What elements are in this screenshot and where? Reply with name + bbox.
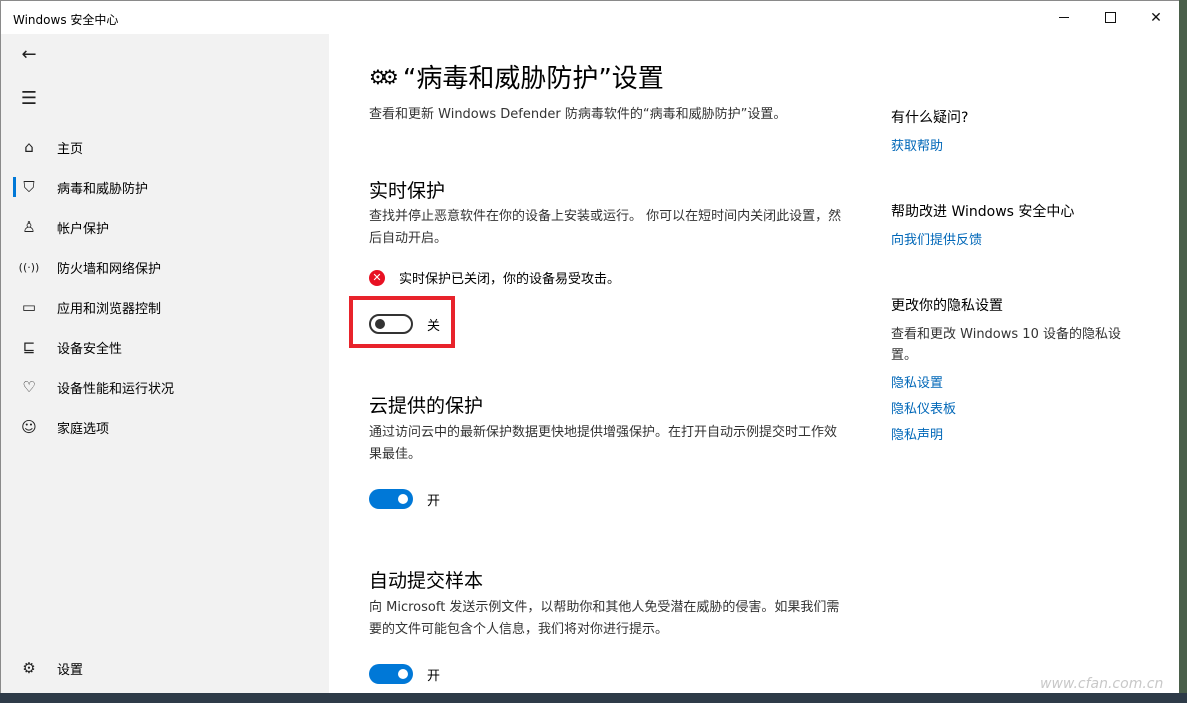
realtime-desc: 查找并停止恶意软件在你的设备上安装或运行。 你可以在短时间内关闭此设置，然后自动… (369, 209, 842, 246)
sidebar: ← ☰ ⌂ 主页 ⛉ 病毒和威胁防护 ♙ 帐户保护 ((·)) 防火墙和网络保护… (1, 34, 329, 694)
sidebar-item-label: 主页 (57, 141, 84, 157)
sidebar-item-label: 病毒和威胁防护 (57, 181, 149, 197)
sidebar-item-account[interactable]: ♙ 帐户保护 (1, 207, 329, 247)
sidebar-item-label: 防火墙和网络保护 (57, 261, 162, 277)
privacy-heading: 更改你的隐私设置 (891, 298, 1003, 314)
sidebar-item-firewall[interactable]: ((·)) 防火墙和网络保护 (1, 247, 329, 287)
shield-icon: ⛉ (23, 178, 35, 196)
page-title: “病毒和威胁防护”设置 (402, 64, 664, 94)
sidebar-item-label: 帐户保护 (57, 221, 110, 237)
page-subtitle: 查看和更新 Windows Defender 防病毒软件的“病毒和威胁防护”设置… (369, 107, 787, 122)
page-title-row: ⚙⚙ “病毒和威胁防护”设置 (369, 58, 664, 95)
cloud-toggle-row: 开 (369, 489, 440, 509)
feedback-section: 帮助改进 Windows 安全中心 向我们提供反馈 (891, 201, 1151, 248)
toggle-knob (398, 494, 408, 504)
minimize-icon (1059, 17, 1069, 18)
realtime-toggle[interactable] (369, 314, 413, 334)
cloud-heading: 云提供的保护 (369, 395, 484, 417)
window-title: Windows 安全中心 (13, 13, 119, 27)
sidebar-item-device-health[interactable]: ♡ 设备性能和运行状况 (1, 367, 329, 407)
settings-label: 设置 (57, 662, 84, 678)
sample-desc: 向 Microsoft 发送示例文件，以帮助你和其他人免受潜在威胁的侵害。如果我… (369, 600, 840, 637)
heart-pulse-icon: ♡ (22, 378, 36, 396)
close-button[interactable]: ✕ (1133, 1, 1179, 34)
toggle-knob (398, 669, 408, 679)
privacy-statement-link[interactable]: 隐私声明 (891, 424, 1151, 443)
sidebar-item-home[interactable]: ⌂ 主页 (1, 127, 329, 167)
toggle-knob (375, 319, 385, 329)
desktop-background-edge (1179, 0, 1187, 703)
wifi-signal-icon: ((·)) (18, 260, 40, 274)
gear-icon: ⚙ (22, 659, 36, 677)
realtime-toggle-row: 关 (369, 314, 440, 334)
realtime-warning: ✕ 实时保护已关闭，你的设备易受攻击。 (369, 268, 620, 287)
menu-button[interactable]: ☰ (15, 84, 43, 112)
improve-heading: 帮助改进 Windows 安全中心 (891, 204, 1075, 220)
cloud-toggle[interactable] (369, 489, 413, 509)
sidebar-item-family[interactable]: ☺ 家庭选项 (1, 407, 329, 447)
get-help-link[interactable]: 获取帮助 (891, 135, 1151, 154)
laptop-icon: ⊑ (22, 338, 36, 356)
privacy-dashboard-link[interactable]: 隐私仪表板 (891, 398, 1151, 417)
sidebar-item-settings[interactable]: ⚙ 设置 (1, 648, 329, 688)
person-icon: ♙ (22, 218, 36, 236)
security-center-window: Windows 安全中心 ✕ ← ☰ ⌂ 主页 ⛉ 病毒和威胁防护 ♙ 帐户保护… (0, 0, 1180, 695)
sidebar-item-app-browser[interactable]: ▭ 应用和浏览器控制 (1, 287, 329, 327)
home-icon: ⌂ (24, 138, 34, 156)
sample-toggle[interactable] (369, 664, 413, 684)
sidebar-item-label: 家庭选项 (57, 421, 110, 437)
help-heading: 有什么疑问? (891, 110, 969, 126)
sample-heading: 自动提交样本 (369, 570, 484, 592)
sidebar-item-device-security[interactable]: ⊑ 设备安全性 (1, 327, 329, 367)
taskbar-edge (0, 693, 1187, 703)
sidebar-item-label: 设备安全性 (57, 341, 123, 357)
watermark-text: www.cfan.com.cn (1040, 676, 1164, 692)
maximize-icon (1104, 12, 1116, 23)
back-button[interactable]: ← (15, 40, 43, 68)
realtime-heading: 实时保护 (369, 180, 446, 202)
privacy-text: 查看和更改 Windows 10 设备的隐私设置。 (891, 327, 1121, 363)
back-arrow-icon: ← (21, 43, 37, 65)
minimize-button[interactable] (1041, 1, 1087, 34)
sidebar-item-label: 设备性能和运行状况 (57, 381, 175, 397)
realtime-toggle-state: 关 (427, 318, 441, 334)
cloud-desc: 通过访问云中的最新保护数据更快地提供增强保护。在打开自动示例提交时工作效果最佳。 (369, 425, 838, 462)
privacy-settings-link[interactable]: 隐私设置 (891, 372, 1151, 391)
sidebar-item-virus-protection[interactable]: ⛉ 病毒和威胁防护 (1, 167, 329, 207)
help-section: 有什么疑问? 获取帮助 (891, 107, 1151, 154)
maximize-button[interactable] (1087, 1, 1133, 34)
hamburger-icon: ☰ (20, 87, 38, 109)
gears-icon: ⚙⚙ (369, 64, 399, 89)
sidebar-item-label: 应用和浏览器控制 (57, 301, 162, 317)
sample-toggle-state: 开 (427, 668, 441, 684)
warning-text: 实时保护已关闭，你的设备易受攻击。 (399, 272, 621, 287)
error-icon: ✕ (369, 269, 385, 286)
feedback-link[interactable]: 向我们提供反馈 (891, 229, 1151, 248)
title-bar: Windows 安全中心 ✕ (1, 1, 1179, 34)
family-icon: ☺ (21, 418, 37, 436)
main-content: ⚙⚙ “病毒和威胁防护”设置 查看和更新 Windows Defender 防病… (329, 34, 1179, 694)
privacy-section: 更改你的隐私设置 查看和更改 Windows 10 设备的隐私设置。 隐私设置 … (891, 295, 1151, 443)
close-icon: ✕ (1150, 9, 1162, 26)
sample-toggle-row: 开 (369, 664, 440, 684)
browser-window-icon: ▭ (21, 298, 37, 316)
cloud-toggle-state: 开 (427, 493, 441, 509)
